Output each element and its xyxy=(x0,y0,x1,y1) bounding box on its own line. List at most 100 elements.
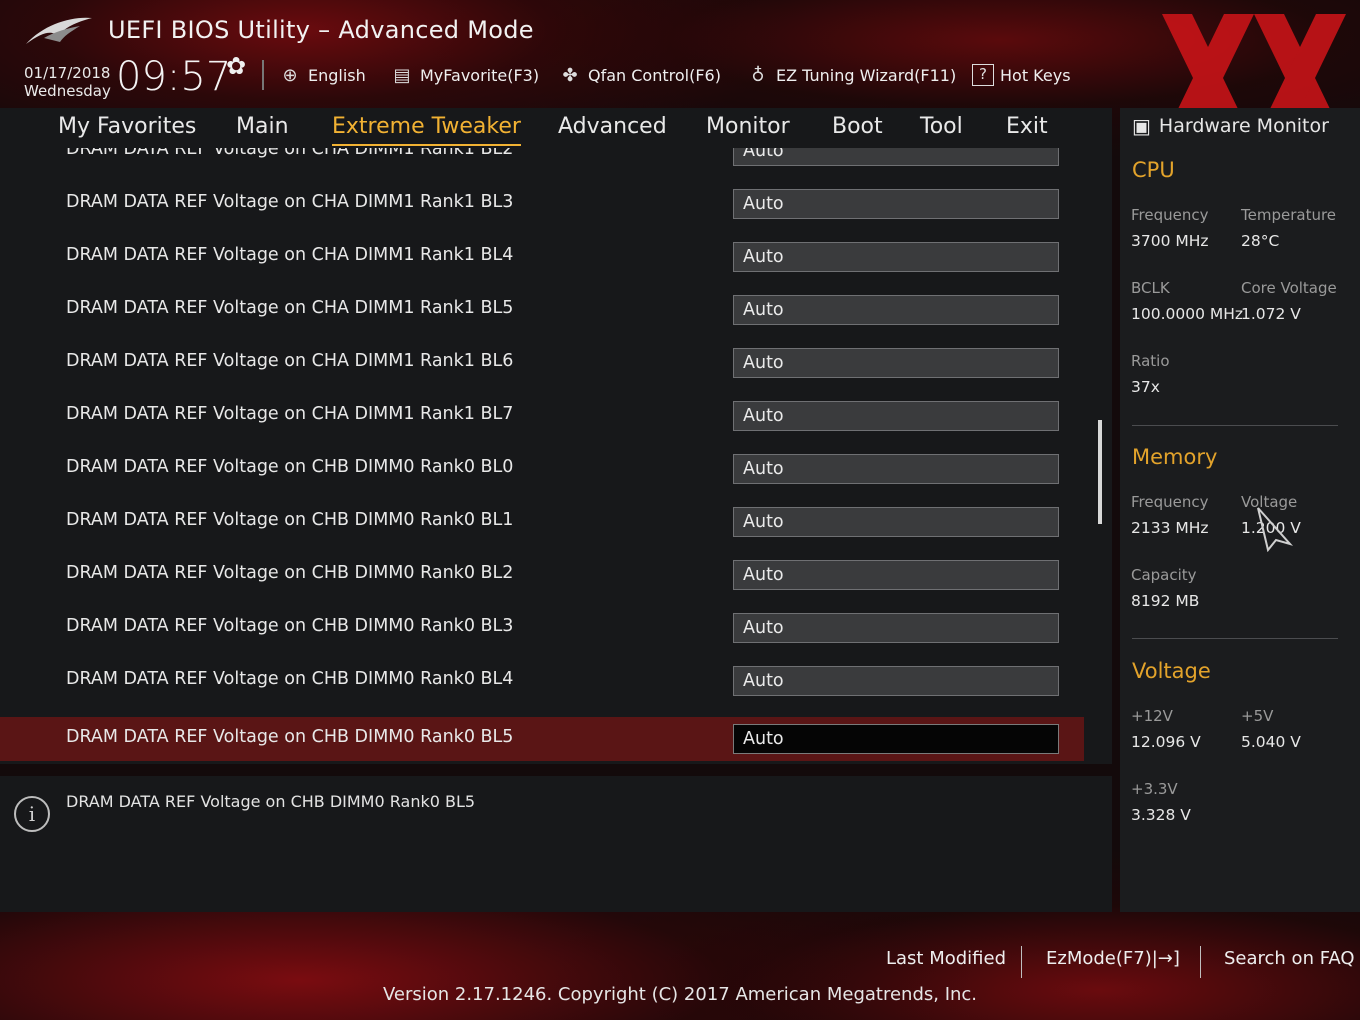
setting-value-field[interactable]: Auto xyxy=(733,148,1059,166)
hardware-monitor-label: Hardware Monitor xyxy=(1158,115,1329,137)
lightbulb-icon: ♁ xyxy=(751,64,765,86)
qfan-label: Qfan Control(F6) xyxy=(588,65,721,85)
fan-icon: ✤ xyxy=(562,64,578,86)
setting-value-field[interactable]: Auto xyxy=(733,613,1059,643)
rog-logo-icon xyxy=(26,17,92,44)
setting-label: DRAM DATA REF Voltage on CHA DIMM1 Rank1… xyxy=(66,245,514,265)
language-button[interactable]: ⊕ English xyxy=(278,62,366,88)
ratio-value: 37x xyxy=(1131,378,1160,396)
core-voltage-value: 1.072 V xyxy=(1241,305,1301,323)
setting-row[interactable]: DRAM DATA REF Voltage on CHB DIMM0 Rank0… xyxy=(0,447,1084,491)
setting-label: DRAM DATA REF Voltage on CHA DIMM1 Rank1… xyxy=(66,298,514,318)
tab-advanced[interactable]: Advanced xyxy=(558,112,667,146)
myfavorite-label: MyFavorite(F3) xyxy=(420,65,540,85)
divider xyxy=(1200,946,1201,978)
capacity-value: 8192 MB xyxy=(1131,592,1200,610)
search-faq-button[interactable]: Search on FAQ xyxy=(1224,948,1355,969)
v12-value: 12.096 V xyxy=(1131,733,1201,751)
tab-monitor[interactable]: Monitor xyxy=(706,112,790,146)
setting-value-field[interactable]: Auto xyxy=(733,189,1059,219)
tab-boot[interactable]: Boot xyxy=(832,112,883,146)
gear-icon[interactable]: ✿ xyxy=(226,52,246,80)
setting-row[interactable]: DRAM DATA REF Voltage on CHB DIMM0 Rank0… xyxy=(0,553,1084,597)
bclk-value: 100.0000 MHz xyxy=(1131,305,1244,323)
language-label: English xyxy=(308,65,366,85)
qfan-control-button[interactable]: ✤ Qfan Control(F6) xyxy=(558,62,721,88)
tab-exit[interactable]: Exit xyxy=(1006,112,1048,146)
tab-my-favorites[interactable]: My Favorites xyxy=(58,112,196,146)
date-display: 01/17/2018 Wednesday xyxy=(24,64,111,100)
memory-frequency-value: 2133 MHz xyxy=(1131,519,1209,537)
setting-label: DRAM DATA REF Voltage on CHB DIMM0 Rank0… xyxy=(66,669,514,689)
core-voltage-label: Core Voltage xyxy=(1241,279,1337,297)
ez-tuning-wizard-button[interactable]: ♁ EZ Tuning Wizard(F11) xyxy=(746,62,956,88)
v33-value: 3.328 V xyxy=(1131,806,1191,824)
setting-label: DRAM DATA REF Voltage on CHA DIMM1 Rank1… xyxy=(66,148,514,159)
setting-value-field[interactable]: Auto xyxy=(733,724,1059,754)
cpu-temperature-value: 28°C xyxy=(1241,232,1280,250)
setting-value-field[interactable]: Auto xyxy=(733,295,1059,325)
cpu-temperature-label: Temperature xyxy=(1241,206,1337,224)
setting-value-field[interactable]: Auto xyxy=(733,348,1059,378)
capacity-label: Capacity xyxy=(1131,566,1197,584)
divider xyxy=(1132,425,1338,426)
hardware-monitor-title: ▣ Hardware Monitor xyxy=(1132,114,1329,138)
title-bar: UEFI BIOS Utility – Advanced Mode 01/17/… xyxy=(0,0,1360,108)
setting-row-selected[interactable]: DRAM DATA REF Voltage on CHB DIMM0 Rank0… xyxy=(0,717,1084,761)
setting-value-field[interactable]: Auto xyxy=(733,401,1059,431)
mouse-cursor-icon xyxy=(1257,507,1294,552)
setting-row[interactable]: DRAM DATA REF Voltage on CHA DIMM1 Rank1… xyxy=(0,182,1084,226)
setting-row[interactable]: DRAM DATA REF Voltage on CHA DIMM1 Rank1… xyxy=(0,288,1084,332)
cpu-frequency-label: Frequency xyxy=(1131,206,1209,224)
monitor-icon: ▣ xyxy=(1132,114,1151,138)
hot-keys-button[interactable]: ? Hot Keys xyxy=(972,62,1071,88)
main-tabs: My Favorites Main Extreme Tweaker Advanc… xyxy=(0,108,1112,148)
v33-label: +3.3V xyxy=(1131,780,1178,798)
ezmode-button[interactable]: EzMode(F7)|→] xyxy=(1046,948,1180,969)
setting-value-field[interactable]: Auto xyxy=(733,507,1059,537)
cpu-frequency-value: 3700 MHz xyxy=(1131,232,1209,250)
divider xyxy=(1021,946,1022,978)
help-text: DRAM DATA REF Voltage on CHB DIMM0 Rank0… xyxy=(66,792,476,811)
clock: 09:57 xyxy=(116,54,232,100)
favorite-icon: ▤ xyxy=(393,64,411,86)
setting-row[interactable]: DRAM DATA REF Voltage on CHA DIMM1 Rank1… xyxy=(0,148,1084,173)
setting-value-field[interactable]: Auto xyxy=(733,666,1059,696)
setting-row[interactable]: DRAM DATA REF Voltage on CHB DIMM0 Rank0… xyxy=(0,606,1084,650)
tab-main[interactable]: Main xyxy=(236,112,289,146)
setting-label: DRAM DATA REF Voltage on CHB DIMM0 Rank0… xyxy=(66,616,514,636)
setting-label: DRAM DATA REF Voltage on CHB DIMM0 Rank0… xyxy=(66,457,514,477)
last-modified-button[interactable]: Last Modified xyxy=(886,948,1006,969)
setting-value-field[interactable]: Auto xyxy=(733,242,1059,272)
ez-tuning-label: EZ Tuning Wizard(F11) xyxy=(776,65,957,85)
date-text: 01/17/2018 xyxy=(24,64,111,82)
help-icon: ? xyxy=(972,64,994,86)
setting-row[interactable]: DRAM DATA REF Voltage on CHB DIMM0 Rank0… xyxy=(0,659,1084,703)
cpu-heading: CPU xyxy=(1132,158,1175,182)
info-icon: i xyxy=(14,796,50,832)
setting-value-field[interactable]: Auto xyxy=(733,454,1059,484)
divider xyxy=(1132,638,1338,639)
app-title: UEFI BIOS Utility – Advanced Mode xyxy=(108,16,534,44)
ratio-label: Ratio xyxy=(1131,352,1170,370)
memory-frequency-label: Frequency xyxy=(1131,493,1209,511)
setting-value-field[interactable]: Auto xyxy=(733,560,1059,590)
tab-extreme-tweaker[interactable]: Extreme Tweaker xyxy=(332,112,521,146)
setting-label: DRAM DATA REF Voltage on CHA DIMM1 Rank1… xyxy=(66,351,514,371)
hot-keys-label: Hot Keys xyxy=(1000,65,1071,85)
myfavorite-button[interactable]: ▤ MyFavorite(F3) xyxy=(390,62,539,88)
setting-label: DRAM DATA REF Voltage on CHB DIMM0 Rank0… xyxy=(66,563,514,583)
setting-row[interactable]: DRAM DATA REF Voltage on CHA DIMM1 Rank1… xyxy=(0,394,1084,438)
setting-label: DRAM DATA REF Voltage on CHA DIMM1 Rank1… xyxy=(66,192,514,212)
setting-label: DRAM DATA REF Voltage on CHB DIMM0 Rank0… xyxy=(66,727,514,747)
scrollbar[interactable] xyxy=(1098,420,1102,524)
settings-list[interactable]: DRAM DATA REF Voltage on CHA DIMM1 Rank1… xyxy=(0,148,1112,764)
setting-label: DRAM DATA REF Voltage on CHB DIMM0 Rank0… xyxy=(66,510,514,530)
setting-row[interactable]: DRAM DATA REF Voltage on CHA DIMM1 Rank1… xyxy=(0,235,1084,279)
setting-row[interactable]: DRAM DATA REF Voltage on CHA DIMM1 Rank1… xyxy=(0,341,1084,385)
divider xyxy=(262,60,264,90)
tab-tool[interactable]: Tool xyxy=(920,112,963,146)
setting-row[interactable]: DRAM DATA REF Voltage on CHB DIMM0 Rank0… xyxy=(0,500,1084,544)
v5-value: 5.040 V xyxy=(1241,733,1301,751)
memory-heading: Memory xyxy=(1132,445,1218,469)
